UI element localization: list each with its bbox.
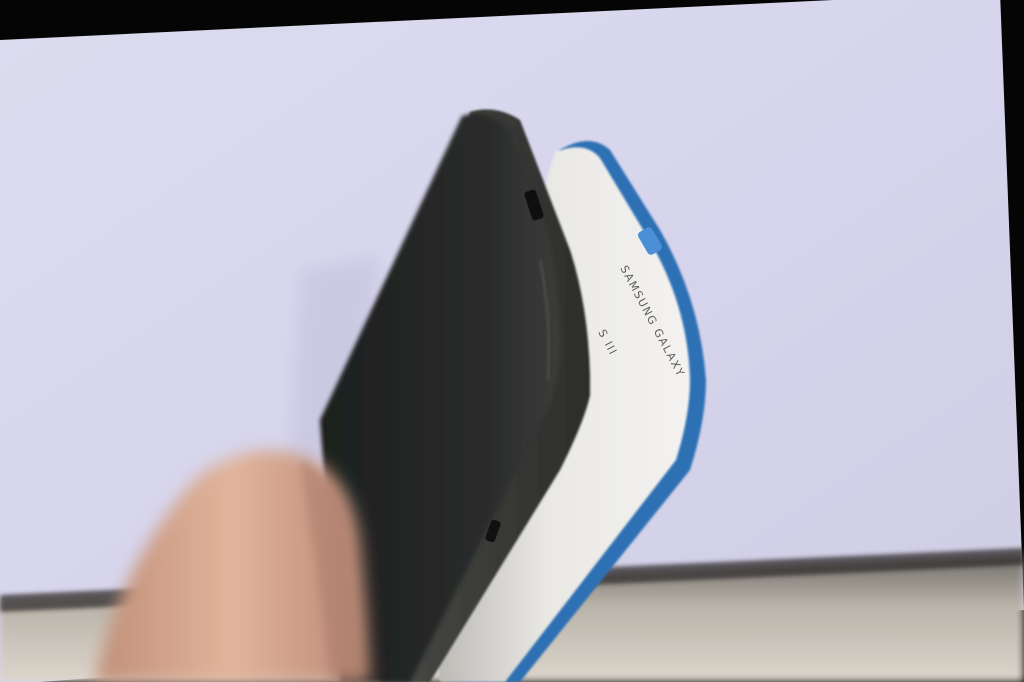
photo-scene: SAMSUNG GALAXY S III	[0, 0, 1024, 682]
photo-frame: SAMSUNG GALAXY S III	[0, 0, 1024, 682]
